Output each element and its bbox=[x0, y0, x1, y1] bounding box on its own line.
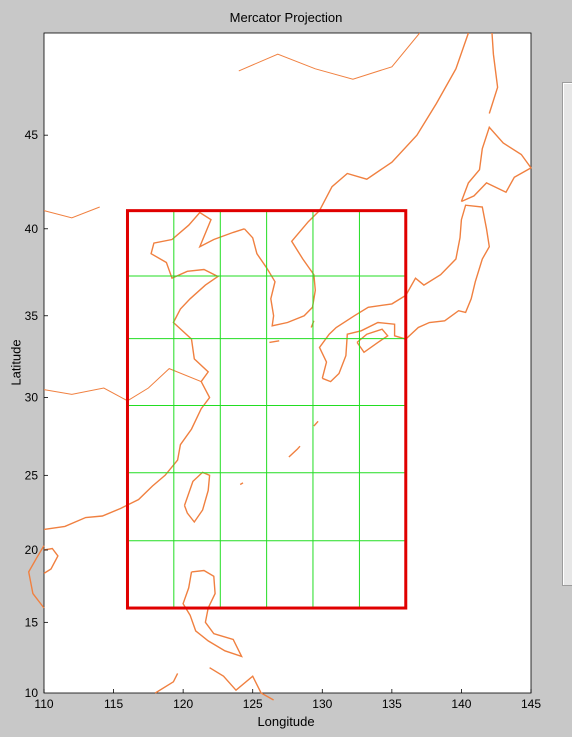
y-tick-label: 45 bbox=[25, 128, 39, 142]
x-tick-label: 145 bbox=[521, 697, 541, 711]
side-scrollbar[interactable] bbox=[562, 82, 572, 586]
y-axis-label: Latitude bbox=[8, 339, 24, 386]
x-tick-label: 140 bbox=[451, 697, 471, 711]
x-axis-label: Longitude bbox=[257, 714, 315, 729]
y-tick-label: 40 bbox=[25, 222, 39, 236]
y-tick-label: 10 bbox=[25, 686, 39, 700]
x-tick-label: 130 bbox=[312, 697, 332, 711]
x-tick-label: 120 bbox=[173, 697, 193, 711]
y-tick-label: 35 bbox=[25, 309, 39, 323]
map-plot[interactable]: 110 115 120 125 130 135 140 145 152025303540451… bbox=[0, 0, 572, 737]
x-tick-label: 135 bbox=[382, 697, 402, 711]
axes-background bbox=[43, 32, 532, 694]
y-tick-label: 25 bbox=[25, 468, 39, 482]
y-tick-label: 15 bbox=[25, 615, 39, 629]
x-tick-label: 125 bbox=[243, 697, 263, 711]
x-tick-label: 115 bbox=[104, 697, 123, 711]
y-tick-label: 30 bbox=[25, 391, 39, 405]
y-tick-label: 20 bbox=[25, 543, 39, 557]
